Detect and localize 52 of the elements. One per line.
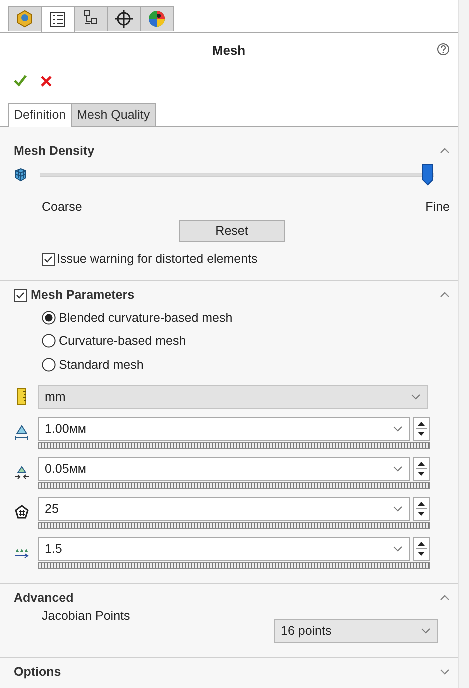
checkbox-label[interactable]: Issue warning for distorted elements [57, 252, 258, 266]
expand-icon[interactable] [440, 668, 450, 676]
spin-arrows[interactable] [413, 536, 430, 560]
tab[interactable]: Mesh Quality [71, 103, 156, 126]
reset-button[interactable]: Reset [179, 220, 285, 242]
spin-arrows[interactable] [413, 456, 430, 480]
cancel-icon[interactable] [41, 76, 52, 86]
panel-tab[interactable] [41, 6, 75, 32]
crosshair-icon [114, 9, 134, 29]
section-title: Mesh Parameters [31, 288, 136, 302]
section-title: Options [14, 664, 62, 678]
radio-button[interactable] [42, 334, 56, 348]
section-title: Advanced [14, 590, 75, 604]
thumbwheel[interactable] [38, 522, 430, 528]
radio-label[interactable]: Standard mesh [59, 358, 144, 372]
spin-arrows[interactable] [413, 416, 430, 440]
collapse-icon[interactable] [440, 291, 450, 299]
points-dropdown[interactable]: 16 points [274, 618, 438, 642]
panel-tab[interactable] [107, 6, 141, 31]
checkbox[interactable] [14, 288, 27, 302]
slider-thumb[interactable] [422, 164, 434, 186]
radio-button[interactable] [42, 310, 56, 325]
unit-dropdown[interactable]: mm [38, 384, 428, 408]
checkbox[interactable] [42, 252, 55, 266]
help-icon[interactable] [437, 43, 450, 56]
spin-arrows[interactable] [413, 496, 430, 520]
triangle-arrows-icon [14, 464, 30, 482]
radio-label[interactable]: Blended curvature-based mesh [59, 310, 233, 325]
ok-icon[interactable] [14, 75, 27, 87]
list-icon [48, 10, 68, 30]
value-field[interactable]: 1.5 [38, 536, 410, 560]
part-icon [15, 9, 35, 29]
radio-button[interactable] [42, 358, 56, 372]
tab[interactable]: Definition [8, 103, 72, 127]
value-field[interactable]: 25 [38, 496, 410, 520]
thumbwheel[interactable] [38, 442, 430, 448]
field-label: Jacobian Points [42, 608, 132, 622]
value-field[interactable]: 1.00мм [38, 416, 410, 440]
collapse-icon[interactable] [440, 594, 450, 602]
radio-label[interactable]: Curvature-based mesh [59, 334, 186, 348]
value-field[interactable]: 0.05мм [38, 456, 410, 480]
slider-label: Fine [426, 200, 450, 214]
slider-label: Coarse [42, 200, 82, 214]
thumbwheel[interactable] [38, 482, 430, 488]
color-ball-icon [147, 9, 167, 29]
panel-title: Mesh [212, 42, 246, 58]
pentagon-hash-icon [14, 504, 30, 522]
section-title: Mesh Density [14, 144, 96, 158]
triangle-size-icon [14, 424, 30, 442]
thumbwheel[interactable] [38, 562, 430, 568]
collapse-icon[interactable] [440, 147, 450, 155]
panel-tab[interactable] [74, 6, 108, 31]
